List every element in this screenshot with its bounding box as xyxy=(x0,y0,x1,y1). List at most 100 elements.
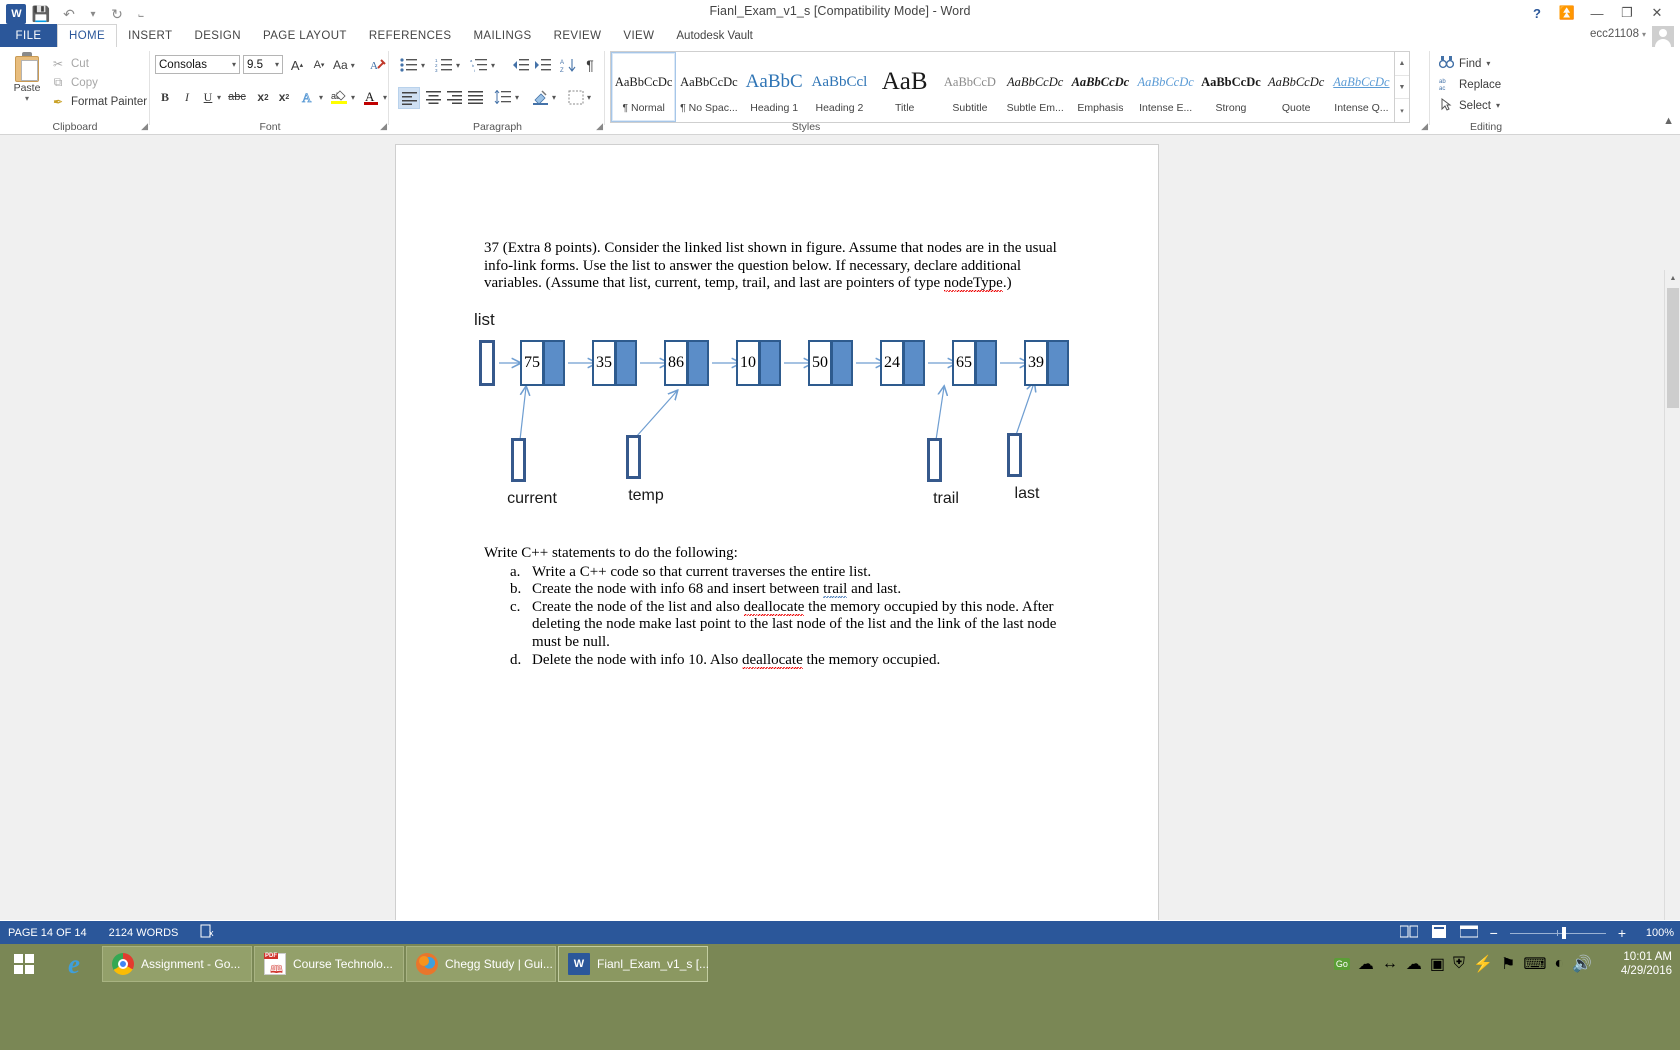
subscript-button[interactable]: x2 xyxy=(253,87,273,107)
multilevel-dropdown-icon[interactable]: ▾ xyxy=(488,55,498,75)
style-emphasis[interactable]: AaBbCcDc Emphasis xyxy=(1068,52,1133,122)
internet-explorer-icon[interactable]: e xyxy=(52,947,96,982)
find-button[interactable]: Find ▾ xyxy=(1438,53,1501,74)
collapse-ribbon-icon[interactable]: ▲ xyxy=(1663,115,1674,127)
bullets-icon[interactable] xyxy=(398,55,418,75)
clipboard-dialog-launcher-icon[interactable]: ◢ xyxy=(141,121,148,132)
style-intense-q[interactable]: AaBbCcDc Intense Q... xyxy=(1329,52,1394,122)
taskbar-item[interactable]: Course Technolo... xyxy=(254,946,404,982)
print-layout-icon[interactable] xyxy=(1430,924,1448,941)
word-count[interactable]: 2124 WORDS xyxy=(109,927,179,939)
tab-home[interactable]: HOME xyxy=(57,24,118,47)
highlight-dropdown-icon[interactable]: ▾ xyxy=(348,87,358,107)
autodesk-icon[interactable]: ▣ xyxy=(1430,954,1445,974)
styles-scroll-down-icon[interactable]: ▼ xyxy=(1395,76,1409,100)
avatar[interactable] xyxy=(1652,26,1674,48)
styles-gallery[interactable]: AaBbCcDc ¶ Normal AaBbCcDc ¶ No Spac... AaBb… xyxy=(610,51,1395,123)
tab-mailings[interactable]: MAILINGS xyxy=(462,24,542,47)
font-dialog-launcher-icon[interactable]: ◢ xyxy=(380,121,387,132)
chevron-down-icon[interactable]: ▾ xyxy=(1486,59,1490,68)
style-no-spac[interactable]: AaBbCcDc ¶ No Spac... xyxy=(676,52,741,122)
web-layout-icon[interactable] xyxy=(1459,925,1479,941)
style-intense-e[interactable]: AaBbCcDc Intense E... xyxy=(1133,52,1198,122)
document-canvas[interactable]: 37 (Extra 8 points). Consider the linked… xyxy=(0,135,1680,920)
help-icon[interactable]: ? xyxy=(1522,2,1552,24)
borders-dropdown-icon[interactable]: ▾ xyxy=(584,87,594,107)
align-left-icon[interactable] xyxy=(398,87,420,109)
taskbar-item[interactable]: W Fianl_Exam_v1_s [... xyxy=(558,946,709,982)
ribbon-display-options-icon[interactable]: ⏫ xyxy=(1552,2,1582,24)
read-mode-icon[interactable] xyxy=(1399,925,1419,941)
tab-page-layout[interactable]: PAGE LAYOUT xyxy=(252,24,358,47)
decrease-indent-icon[interactable] xyxy=(510,55,530,75)
style-strong[interactable]: AaBbCcDc Strong xyxy=(1198,52,1263,122)
select-button[interactable]: Select ▾ xyxy=(1439,95,1501,116)
font-size-input[interactable]: 9.5 ▾ xyxy=(243,55,283,74)
font-color-icon[interactable]: A xyxy=(361,87,381,107)
align-center-icon[interactable] xyxy=(423,87,443,107)
increase-indent-icon[interactable] xyxy=(532,55,552,75)
style-subtle-em[interactable]: AaBbCcDc Subtle Em... xyxy=(1003,52,1068,122)
bullets-dropdown-icon[interactable]: ▾ xyxy=(418,55,428,75)
shading-icon[interactable] xyxy=(530,87,550,107)
page-indicator[interactable]: PAGE 14 OF 14 xyxy=(8,927,87,939)
flag-icon[interactable]: ⚑ xyxy=(1501,954,1515,974)
style-title[interactable]: AaB Title xyxy=(872,52,937,122)
chevron-down-icon[interactable]: ▾ xyxy=(25,94,29,103)
tab-view[interactable]: VIEW xyxy=(612,24,665,47)
document-page[interactable]: 37 (Extra 8 points). Consider the linked… xyxy=(396,145,1158,920)
tab-autodesk-vault[interactable]: Autodesk Vault xyxy=(665,24,764,47)
shield-icon[interactable]: ⛨ xyxy=(1453,955,1465,973)
go-badge-icon[interactable]: Go xyxy=(1333,958,1350,970)
close-button[interactable]: ✕ xyxy=(1642,2,1672,24)
minimize-button[interactable]: — xyxy=(1582,2,1612,24)
zoom-out-button[interactable]: − xyxy=(1490,925,1498,941)
italic-button[interactable]: I xyxy=(177,87,197,107)
tab-insert[interactable]: INSERT xyxy=(117,24,183,47)
strikethrough-button[interactable]: abc xyxy=(227,87,247,107)
numbering-dropdown-icon[interactable]: ▾ xyxy=(453,55,463,75)
paste-button[interactable]: Paste ▾ xyxy=(8,52,46,118)
bold-button[interactable]: B xyxy=(155,87,175,107)
account-name[interactable]: ecc21108 ▾ xyxy=(1590,28,1646,40)
grow-font-button[interactable]: A ▴ xyxy=(287,55,307,75)
tab-file[interactable]: FILE xyxy=(0,24,57,47)
copy-button[interactable]: ⧉ Copy xyxy=(48,73,147,92)
taskbar-item[interactable]: Assignment - Go... xyxy=(102,946,252,982)
styles-dialog-launcher-icon[interactable]: ◢ xyxy=(1421,121,1428,132)
tab-review[interactable]: REVIEW xyxy=(543,24,613,47)
text-effects-dropdown-icon[interactable]: ▾ xyxy=(316,87,326,107)
numbering-icon[interactable]: 123 xyxy=(433,55,453,75)
format-painter-button[interactable]: ✒ Format Painter xyxy=(48,92,147,111)
usb-icon[interactable]: ⚡ xyxy=(1473,954,1493,974)
styles-scroll-up-icon[interactable]: ▲ xyxy=(1395,52,1409,76)
shrink-font-button[interactable]: A ▾ xyxy=(309,55,329,75)
style-heading-1[interactable]: AaBbC Heading 1 xyxy=(742,52,807,122)
zoom-slider[interactable] xyxy=(1509,926,1606,939)
restore-button[interactable]: ❐ xyxy=(1612,2,1642,24)
network-icon[interactable]: ◐ xyxy=(1554,955,1564,973)
tab-references[interactable]: REFERENCES xyxy=(358,24,463,47)
scrollbar-thumb[interactable] xyxy=(1667,288,1679,408)
paragraph-dialog-launcher-icon[interactable]: ◢ xyxy=(596,121,603,132)
chevron-down-icon[interactable]: ▾ xyxy=(1496,101,1500,110)
proofing-errors-icon[interactable]: x xyxy=(200,924,216,941)
line-spacing-icon[interactable] xyxy=(492,87,512,107)
volume-icon[interactable]: 🔊 xyxy=(1572,954,1592,974)
style-heading-2[interactable]: AaBbCcl Heading 2 xyxy=(807,52,872,122)
replace-button[interactable]: ab ac Replace xyxy=(1439,74,1501,95)
style-subtitle[interactable]: AaBbCcD Subtitle xyxy=(937,52,1002,122)
cut-button[interactable]: ✂ Cut xyxy=(48,54,147,73)
underline-dropdown-icon[interactable]: ▾ xyxy=(214,87,224,107)
borders-icon[interactable] xyxy=(566,87,586,107)
vertical-scrollbar[interactable]: ▲ ▼ ▼ xyxy=(1664,270,1680,920)
taskbar-item[interactable]: Chegg Study | Gui... xyxy=(406,946,556,982)
multilevel-list-icon[interactable]: abi xyxy=(468,55,488,75)
keyboard-icon[interactable]: ⌨ xyxy=(1523,954,1546,974)
onedrive-icon[interactable]: ☁ xyxy=(1406,954,1422,974)
zoom-in-button[interactable]: + xyxy=(1618,925,1626,941)
clear-formatting-icon[interactable]: A xyxy=(368,55,388,75)
styles-scroll[interactable]: ▲ ▼ ▾ xyxy=(1395,51,1410,123)
windows-start-icon[interactable] xyxy=(0,944,48,984)
line-spacing-dropdown-icon[interactable]: ▾ xyxy=(512,87,522,107)
